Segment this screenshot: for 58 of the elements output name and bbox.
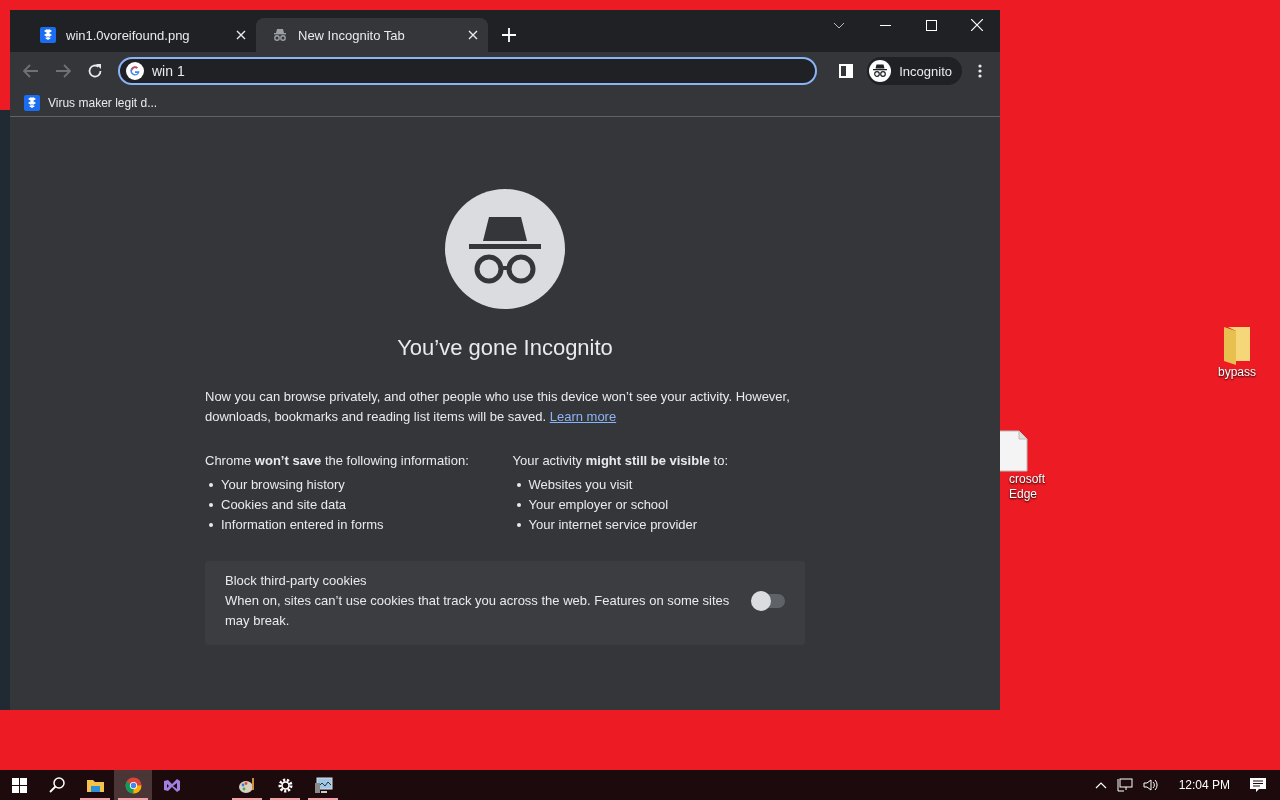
profile-button[interactable]: Incognito	[867, 57, 962, 85]
bookmark[interactable]: Virus maker legit d...	[24, 95, 158, 111]
folder-icon[interactable]	[86, 779, 104, 792]
side-panel-icon[interactable]	[839, 64, 854, 78]
palette-icon[interactable]	[238, 777, 254, 793]
learn-more-link[interactable]: Learn more	[549, 409, 617, 424]
cookie-toggle[interactable]	[753, 594, 785, 608]
bullet-icon	[516, 503, 521, 507]
notification-icon[interactable]	[1250, 777, 1266, 793]
chevron-down-icon[interactable]	[833, 21, 845, 29]
clock[interactable]: 12:04 PM	[1178, 778, 1230, 792]
gear-icon[interactable]	[278, 778, 292, 792]
list-item: Your employer or school	[528, 497, 669, 512]
dropbox-icon	[40, 27, 56, 43]
desktop-icon-label[interactable]: crosoft Edge	[1009, 472, 1069, 502]
bullet-icon	[209, 503, 213, 507]
list-heading: Chrome won’t save the following information:	[205, 452, 470, 470]
back-icon[interactable]	[23, 64, 39, 78]
cookie-description: When on, sites can’t use cookies that track you across the web. Features on some sites may break.	[225, 592, 731, 630]
close-icon[interactable]	[468, 30, 478, 40]
bullet-icon	[516, 523, 521, 527]
page-title: You’ve gone Incognito	[397, 335, 613, 361]
incognito-avatar-icon	[869, 60, 892, 82]
chevron-up-icon[interactable]	[1094, 781, 1107, 789]
network-icon[interactable]	[1116, 778, 1133, 792]
list-item: Information entered in forms	[221, 517, 384, 532]
speaker-icon[interactable]	[1142, 778, 1159, 792]
bullet-icon	[516, 483, 521, 487]
browser-tab[interactable]: win1.0voreifound.png	[24, 18, 256, 52]
desktop-icon-label[interactable]: bypass	[1218, 365, 1256, 380]
address-bar[interactable]: win 1	[118, 57, 818, 85]
list-item: Websites you visit	[528, 477, 633, 492]
list-item: Your internet service provider	[528, 517, 698, 532]
incognito-icon	[445, 189, 565, 309]
new-tab-icon[interactable]	[502, 28, 516, 42]
reload-icon[interactable]	[87, 63, 103, 79]
forward-icon[interactable]	[55, 64, 71, 78]
browser-tab[interactable]: New Incognito Tab	[256, 18, 488, 52]
list-item: Your browsing history	[221, 477, 345, 492]
windows-start-icon[interactable]	[11, 777, 27, 793]
list-heading: Your activity might still be visible to:	[512, 452, 730, 470]
close-icon[interactable]	[236, 30, 246, 40]
search-icon[interactable]	[48, 776, 65, 793]
cookie-title: Block third-party cookies	[225, 572, 368, 590]
incognito-icon	[272, 27, 288, 43]
monitor-icon[interactable]	[314, 777, 332, 793]
menu-icon[interactable]	[978, 64, 982, 78]
bullet-icon	[209, 483, 213, 487]
intro-paragraph: Now you can browse privately, and other people who use this device won’t see your activity. However, downloads, bookmarks and reading list items will be saved. Learn more	[205, 388, 791, 426]
maximize-icon[interactable]	[925, 19, 937, 31]
file-icon[interactable]	[998, 430, 1028, 472]
dropbox-icon	[24, 95, 40, 111]
minimize-icon[interactable]	[879, 24, 891, 26]
bullet-icon	[209, 523, 213, 527]
google-icon	[126, 62, 144, 80]
chrome-icon[interactable]	[125, 777, 141, 793]
list-item: Cookies and site data	[221, 497, 347, 512]
visual-studio-icon[interactable]	[163, 778, 180, 792]
